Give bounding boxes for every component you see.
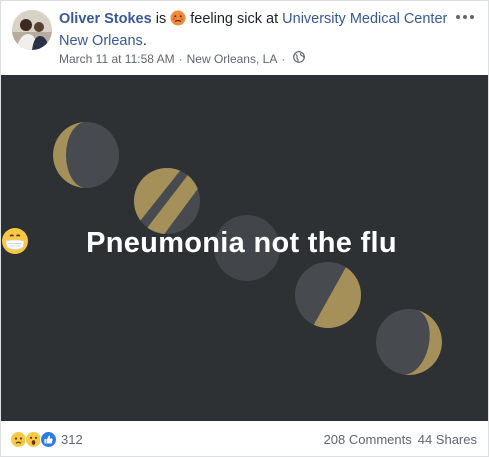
moon-phase-4 xyxy=(295,262,361,328)
moon-phase-1 xyxy=(53,122,119,188)
meta-separator: · xyxy=(178,51,183,66)
comments-count-link[interactable]: 208 Comments xyxy=(324,432,412,447)
facebook-post: Oliver Stokes is feeling sick at Univers… xyxy=(0,0,489,457)
post-footer: 312 208 Comments 44 Shares xyxy=(1,421,488,457)
post-stats: 208 Comments 44 Shares xyxy=(324,432,477,447)
meta-separator-2: · xyxy=(281,51,286,66)
moon-phase-5 xyxy=(376,309,442,375)
reaction-count: 312 xyxy=(61,432,83,447)
post-header-text: Oliver Stokes is feeling sick at Univers… xyxy=(59,10,451,51)
post-meta: March 11 at 11:58 AM · New Orleans, LA · xyxy=(59,51,306,66)
author-name[interactable]: Oliver Stokes xyxy=(59,11,152,27)
author-avatar[interactable] xyxy=(12,10,52,50)
image-headline: Pneumonia not the flu xyxy=(1,227,488,260)
post-image[interactable]: Pneumonia not the flu xyxy=(1,75,488,421)
feeling-text: feeling sick at xyxy=(190,11,279,27)
like-reaction-icon xyxy=(40,431,57,448)
shares-count-link[interactable]: 44 Shares xyxy=(418,432,477,447)
verb-text: is xyxy=(155,11,167,27)
sick-face-emoji-icon xyxy=(170,10,186,32)
post-location[interactable]: New Orleans, LA xyxy=(187,52,278,66)
globe-icon[interactable] xyxy=(293,51,306,66)
place-suffix: . xyxy=(142,33,147,49)
post-header: Oliver Stokes is feeling sick at Univers… xyxy=(1,1,488,75)
post-timestamp[interactable]: March 11 at 11:58 AM xyxy=(59,52,175,66)
more-options-icon[interactable] xyxy=(454,10,476,22)
reactions-summary[interactable]: 312 xyxy=(10,431,83,448)
headline-text: Pneumonia not the flu xyxy=(86,227,397,259)
